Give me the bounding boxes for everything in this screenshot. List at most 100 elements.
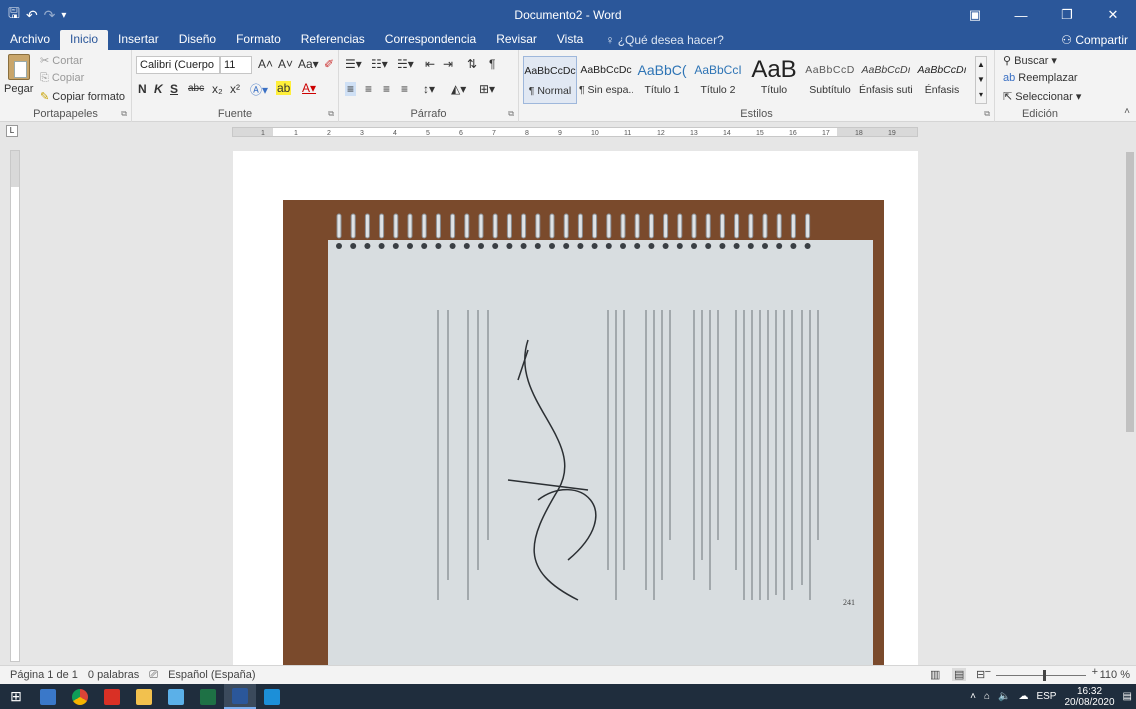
proofing-icon[interactable]: ⎚ <box>149 669 158 682</box>
style-subtle-emphasis[interactable]: AaBbCcDı Énfasis sutil <box>859 56 913 104</box>
show-marks-icon[interactable]: ¶ <box>489 57 495 71</box>
styles-launcher-icon[interactable]: ⧉ <box>984 109 990 119</box>
font-name-combo[interactable]: Calibri (Cuerpo <box>136 56 220 74</box>
vertical-scrollbar[interactable] <box>1124 122 1136 665</box>
vertical-ruler[interactable] <box>10 150 20 662</box>
style-normal[interactable]: AaBbCcDc ¶ Normal <box>523 56 577 104</box>
tab-insertar[interactable]: Insertar <box>108 30 169 50</box>
paste-button[interactable]: Pegar <box>4 83 33 95</box>
align-right-icon[interactable]: ≡ <box>383 82 390 96</box>
input-language[interactable]: ESP <box>1036 691 1056 702</box>
acrobat-app[interactable] <box>96 684 128 709</box>
numbering-icon[interactable]: ☷▾ <box>371 57 388 71</box>
style-heading-2[interactable]: AaBbCcI Título 2 <box>691 56 745 104</box>
increase-indent-icon[interactable]: ⇥ <box>443 57 453 71</box>
tab-vista[interactable]: Vista <box>547 30 593 50</box>
paragraph-launcher-icon[interactable]: ⧉ <box>508 109 514 119</box>
font-launcher-icon[interactable]: ⧉ <box>328 109 334 119</box>
document-page[interactable]: 241 <box>233 151 918 665</box>
network-icon[interactable]: ⌂ <box>984 691 990 702</box>
style-no-spacing[interactable]: AaBbCcDc ¶ Sin espa... <box>579 56 633 104</box>
line-spacing-icon[interactable]: ↕▾ <box>423 82 435 96</box>
page-count[interactable]: Página 1 de 1 <box>10 669 78 681</box>
style-heading-1[interactable]: AaBbC( Título 1 <box>635 56 689 104</box>
notifications-icon[interactable]: ▤ <box>1123 691 1132 702</box>
onedrive-icon[interactable]: ☁ <box>1018 691 1028 702</box>
paint-app[interactable] <box>160 684 192 709</box>
italic-button[interactable]: K <box>154 82 163 96</box>
photos-app[interactable] <box>256 684 288 709</box>
find-button[interactable]: ⚲ Buscar ▾ <box>1003 54 1057 67</box>
chevron-up-icon[interactable]: ˄ <box>970 691 976 702</box>
strikethrough-button[interactable]: abc <box>188 83 204 94</box>
scrollbar-thumb[interactable] <box>1126 152 1134 432</box>
style-emphasis[interactable]: AaBbCcDı Énfasis <box>915 56 969 104</box>
customize-qat-icon[interactable]: ▾ <box>61 10 66 21</box>
undo-icon[interactable]: ↶ <box>26 7 38 24</box>
subscript-button[interactable]: x₂ <box>212 82 223 96</box>
style-title[interactable]: AaB Título <box>747 56 801 104</box>
collapse-ribbon-icon[interactable]: ˄ <box>1124 106 1130 117</box>
excel-app[interactable] <box>192 684 224 709</box>
zoom-out-button[interactable]: − <box>985 666 991 678</box>
close-button[interactable]: ✕ <box>1090 0 1136 30</box>
share-button[interactable]: ⚇ Compartir <box>1061 31 1128 49</box>
multilevel-list-icon[interactable]: ☵▾ <box>397 57 414 71</box>
clock[interactable]: 16:32 20/08/2020 <box>1064 686 1114 708</box>
start-button[interactable]: ⊞ <box>0 684 32 709</box>
calculator-app[interactable] <box>32 684 64 709</box>
clear-format-icon[interactable]: ✐ <box>324 57 334 71</box>
file-explorer-app[interactable] <box>128 684 160 709</box>
zoom-level[interactable]: 110 % <box>1100 669 1130 681</box>
tell-me-box[interactable]: ♀ ¿Qué desea hacer? <box>605 31 723 50</box>
shrink-font-icon[interactable]: A˅ <box>278 57 293 71</box>
grow-font-icon[interactable]: A˄ <box>258 57 273 71</box>
read-mode-icon[interactable]: ▥ <box>930 668 940 681</box>
highlight-icon[interactable]: ab <box>276 81 292 95</box>
chrome-app[interactable] <box>64 684 96 709</box>
font-color-icon[interactable]: A▾ <box>302 81 316 95</box>
style-subtitle[interactable]: AaBbCcD Subtítulo <box>803 56 857 104</box>
cut-button[interactable]: ✂ Cortar <box>40 54 83 67</box>
decrease-indent-icon[interactable]: ⇤ <box>425 57 435 71</box>
gallery-more-icon[interactable]: ▾ <box>976 87 986 102</box>
bullets-icon[interactable]: ☰▾ <box>345 57 362 71</box>
bold-button[interactable]: N <box>138 82 147 96</box>
word-app[interactable] <box>224 684 256 709</box>
underline-button[interactable]: S <box>170 82 178 96</box>
change-case-icon[interactable]: Aa▾ <box>298 57 319 71</box>
print-layout-icon[interactable]: ▤ <box>952 668 967 681</box>
font-size-combo[interactable]: 11 <box>220 56 252 74</box>
save-icon[interactable]: 🖫 <box>8 3 20 27</box>
zoom-in-button[interactable]: + <box>1092 666 1098 678</box>
tab-formato[interactable]: Formato <box>226 30 291 50</box>
format-painter-button[interactable]: ✎ Copiar formato <box>40 90 125 103</box>
tab-diseno[interactable]: Diseño <box>169 30 226 50</box>
chevron-up-icon[interactable]: ▲ <box>976 57 986 72</box>
tab-archivo[interactable]: Archivo <box>0 30 60 50</box>
align-center-icon[interactable]: ≡ <box>365 82 372 96</box>
chevron-down-icon[interactable]: ▼ <box>976 72 986 87</box>
select-button[interactable]: ⇱ Seleccionar ▾ <box>1003 90 1081 103</box>
clipboard-launcher-icon[interactable]: ⧉ <box>121 109 127 119</box>
align-left-icon[interactable]: ≡ <box>345 82 357 96</box>
tab-selector[interactable]: L <box>6 125 18 137</box>
volume-icon[interactable]: 🔈 <box>998 691 1010 702</box>
notebook-photo[interactable]: 241 <box>283 200 884 665</box>
restore-button[interactable]: ❐ <box>1044 0 1090 30</box>
ruler-bar[interactable]: 1 1 2 3 4 5 6 7 8 9 10 11 12 13 14 15 16 17 18 19 <box>232 127 918 137</box>
redo-icon[interactable]: ↷ <box>44 7 56 24</box>
ribbon-display-options-icon[interactable]: ▣ <box>952 0 998 30</box>
minimize-button[interactable]: — <box>998 0 1044 30</box>
text-effects-icon[interactable]: Ⓐ▾ <box>250 81 268 98</box>
copy-button[interactable]: ⎘ Copiar <box>40 72 84 85</box>
tab-revisar[interactable]: Revisar <box>486 30 547 50</box>
tab-referencias[interactable]: Referencias <box>291 30 375 50</box>
paste-icon[interactable] <box>8 54 30 80</box>
word-count[interactable]: 0 palabras <box>88 669 139 681</box>
tab-correspondencia[interactable]: Correspondencia <box>375 30 486 50</box>
justify-icon[interactable]: ≡ <box>401 82 408 96</box>
borders-icon[interactable]: ⊞▾ <box>479 82 495 96</box>
language-status[interactable]: Español (España) <box>168 669 255 681</box>
replace-button[interactable]: ab Reemplazar <box>1003 72 1078 84</box>
